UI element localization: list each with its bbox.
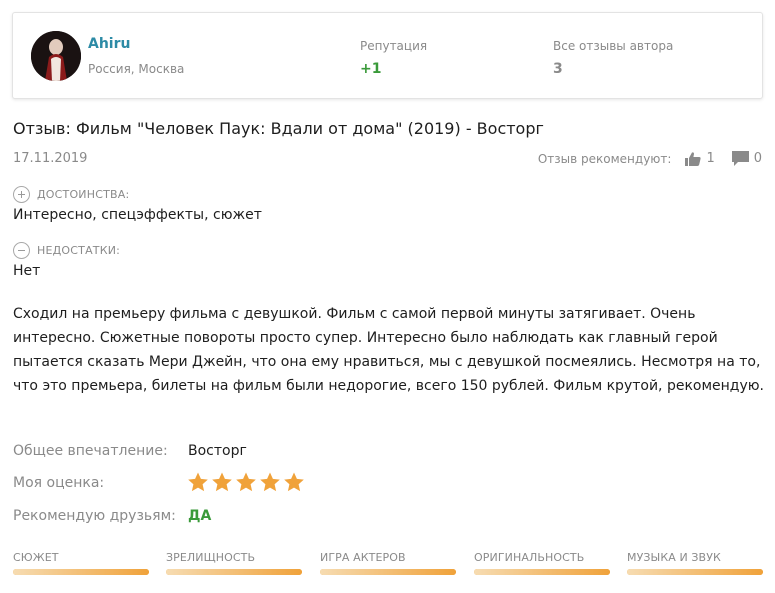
review-body: Сходил на премьеру фильма с девушкой. Фи… (13, 306, 765, 394)
review-date: 17.11.2019 (13, 151, 88, 166)
cons-label: НЕДОСТАТКИ: (37, 244, 121, 257)
review-title: Отзыв: Фильм "Человек Паук: Вдали от дом… (13, 119, 544, 138)
category-bar (13, 569, 149, 575)
category-bar (166, 569, 302, 575)
cons-heading: НЕДОСТАТКИ: (13, 242, 120, 259)
minus-circle-icon (13, 242, 30, 259)
author-card: Ahiru Россия, Москва Репутация +1 Все от… (12, 12, 763, 99)
category-rating: ИГРА АКТЕРОВ (320, 551, 456, 575)
recommend-friends-value: ДА (188, 508, 212, 524)
reputation-label: Репутация (360, 39, 428, 53)
pros-heading: ДОСТОИНСТВА: (13, 186, 129, 203)
category-bar (474, 569, 610, 575)
rating-stars (187, 471, 307, 493)
star-icon (235, 471, 257, 493)
category-rating: СЮЖЕТ (13, 551, 149, 575)
impression-label: Общее впечатление: (13, 443, 168, 459)
author-name[interactable]: Ahiru (88, 36, 130, 52)
comments-count: 0 (753, 151, 762, 166)
category-rating: ОРИГИНАЛЬНОСТЬ (474, 551, 610, 575)
category-label: ОРИГИНАЛЬНОСТЬ (474, 551, 585, 564)
star-icon (187, 471, 209, 493)
reputation-value: +1 (360, 61, 382, 77)
category-rating: ЗРЕЛИЩНОСТЬ (166, 551, 302, 575)
category-bar (627, 569, 763, 575)
category-label: ИГРА АКТЕРОВ (320, 551, 406, 564)
category-label: СЮЖЕТ (13, 551, 59, 564)
thumbs-up-icon[interactable] (685, 151, 702, 166)
plus-circle-icon (13, 186, 30, 203)
category-label: МУЗЫКА И ЗВУК (627, 551, 721, 564)
recommend-bar: Отзыв рекомендуют: 1 0 (538, 151, 762, 166)
category-bar (320, 569, 456, 575)
star-icon (211, 471, 233, 493)
pros-label: ДОСТОИНСТВА: (37, 188, 130, 201)
all-reviews-count[interactable]: 3 (553, 61, 563, 77)
category-label: ЗРЕЛИЩНОСТЬ (166, 551, 256, 564)
category-rating: МУЗЫКА И ЗВУК (627, 551, 763, 575)
pros-text: Интересно, спецэффекты, сюжет (13, 207, 262, 223)
impression-value: Восторг (188, 443, 247, 459)
recommend-label: Отзыв рекомендуют: (537, 151, 672, 166)
avatar[interactable] (31, 31, 81, 81)
rating-label: Моя оценка: (13, 475, 105, 491)
likes-count: 1 (706, 151, 715, 166)
cons-text: Нет (13, 263, 41, 279)
star-icon (283, 471, 305, 493)
comment-icon[interactable] (731, 151, 749, 166)
all-reviews-label[interactable]: Все отзывы автора (553, 39, 673, 53)
star-icon (259, 471, 281, 493)
recommend-friends-label: Рекомендую друзьям: (13, 508, 176, 524)
author-location: Россия, Москва (88, 62, 185, 76)
